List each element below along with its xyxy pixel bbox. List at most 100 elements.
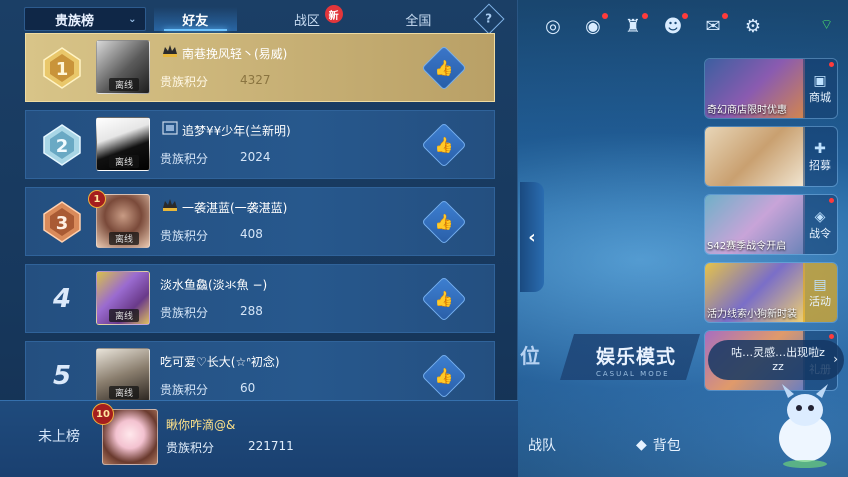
side-card-battlepass[interactable]: S42赛季战令开启 ◈ 战令 <box>704 194 838 255</box>
player-name: 淡水鱼鱻(淡氺魚 −) <box>160 278 268 292</box>
lobby-bottom-bar: 战队 ◆ 背包 <box>518 425 758 465</box>
leaderboard-row[interactable]: 4 离线 淡水鱼鱻(淡氺魚 −) 贵族积分 288 👍 <box>25 264 495 333</box>
dropdown-label: 贵族榜 <box>55 13 95 29</box>
shop-button[interactable]: ▣ 商城 <box>803 59 837 118</box>
rank-number: 5 <box>52 361 72 391</box>
like-button[interactable]: 👍 <box>421 45 467 91</box>
side-card-caption: 活力线索小狗新时装 <box>707 309 797 320</box>
avatar[interactable]: 离线 <box>96 348 150 402</box>
thumbs-up-icon: 👍 <box>434 367 454 385</box>
shop-button-label: 商城 <box>809 90 831 104</box>
leaderboard-row[interactable]: 2 离线 追梦¥¥少年(兰新明) 贵族积分 2024 👍 <box>25 110 495 179</box>
collapse-panel-button[interactable]: ‹ <box>520 182 544 292</box>
avatar[interactable]: 离线 <box>96 117 150 171</box>
rank-number: 3 <box>56 213 69 234</box>
friends-icon[interactable]: ☻ <box>660 13 688 39</box>
tab-zone[interactable]: 战区 新 <box>265 5 349 31</box>
mascot-pet[interactable] <box>768 380 842 470</box>
leaderboard-row[interactable]: 3 1 离线 一袭湛蓝(一袭湛蓝) 贵族积分 408 👍 <box>25 187 495 256</box>
my-level-badge: 10 <box>92 403 114 425</box>
rank-bronze-medal-icon: 3 <box>43 201 81 243</box>
crown-icon <box>163 199 177 211</box>
like-button[interactable]: 👍 <box>421 199 467 245</box>
rank-number: 2 <box>56 136 69 157</box>
score-value: 60 <box>240 381 256 395</box>
side-card-shop[interactable]: 奇幻商店限时优惠 ▣ 商城 <box>704 58 838 119</box>
chevron-left-icon: ‹ <box>528 226 536 248</box>
rank-silver-medal-icon: 2 <box>43 124 81 166</box>
side-card-event[interactable]: 活力线索小狗新时装 ▤ 活动 <box>704 262 838 323</box>
thumbs-up-icon: 👍 <box>434 59 454 77</box>
previous-mode-label: 位 <box>520 344 540 368</box>
score-label: 贵族积分 <box>160 383 209 397</box>
avatar[interactable]: 离线 <box>96 40 150 94</box>
battlepass-icon: ◈ <box>814 208 826 225</box>
team-label: 战队 <box>528 438 556 454</box>
tab-friends-label: 好友 <box>182 13 209 29</box>
rank-number: 1 <box>56 59 69 80</box>
bag-label: 背包 <box>652 438 681 454</box>
recruit-card-art <box>705 127 805 186</box>
score-value: 408 <box>240 227 263 241</box>
offline-status: 离线 <box>109 155 139 168</box>
eye-icon[interactable]: ◉ <box>580 13 608 39</box>
event-icon: ▤ <box>813 276 827 293</box>
recruit-icon: ✚ <box>814 140 826 157</box>
nobility-leaderboard-panel: 贵族榜 ⌄ 好友 战区 新 全国 ? 1 离线 南巷挽风轻丶(易威) 贵族积分 … <box>0 0 518 477</box>
player-name: 一袭湛蓝(一袭湛蓝) <box>182 201 288 215</box>
event-button-label: 活动 <box>809 294 831 308</box>
score-label: 贵族积分 <box>160 152 209 166</box>
rank-number: 4 <box>52 284 72 314</box>
banner-icon <box>162 121 178 135</box>
leaderboard-tabs: 贵族榜 ⌄ 好友 战区 新 全国 ? <box>24 3 505 35</box>
team-button[interactable]: 战队 <box>528 435 556 455</box>
chevron-down-icon: ⌄ <box>128 13 137 25</box>
leaderboard-list: 1 离线 南巷挽风轻丶(易威) 贵族积分 4327 👍 2 离线 追梦¥¥少年(… <box>25 33 495 418</box>
thumbs-up-icon: 👍 <box>434 136 454 154</box>
target-icon[interactable]: ◎ <box>540 13 566 39</box>
settings-gear-icon[interactable]: ⚙ <box>740 13 766 39</box>
my-rank-row: 未上榜 10 瞅你咋滴@& 贵族积分 221711 <box>0 400 518 477</box>
rank-gold-medal-icon: 1 <box>43 47 81 89</box>
tab-national-label: 全国 <box>405 13 432 29</box>
recruit-button[interactable]: ✚ 招募 <box>803 127 837 186</box>
score-value: 2024 <box>240 150 271 164</box>
score-value: 4327 <box>240 73 271 87</box>
like-button[interactable]: 👍 <box>421 276 467 322</box>
offline-status: 离线 <box>109 232 139 245</box>
tab-national[interactable]: 全国 <box>377 7 461 31</box>
help-icon: ? <box>485 11 493 26</box>
mascot-chat-bubble[interactable]: 咕…灵感…出现啦z zz › <box>708 340 844 380</box>
avatar[interactable]: 离线 <box>96 271 150 325</box>
like-button[interactable]: 👍 <box>421 353 467 399</box>
tab-friends[interactable]: 好友 <box>153 7 238 31</box>
my-rank-text: 未上榜 <box>38 429 80 445</box>
bag-button[interactable]: ◆ 背包 <box>636 435 681 455</box>
mail-icon[interactable]: ✉ <box>700 13 728 39</box>
chevron-right-icon: › <box>833 352 838 366</box>
shop-icon: ▣ <box>813 72 827 89</box>
battlepass-button[interactable]: ◈ 战令 <box>803 195 837 254</box>
new-badge: 新 <box>324 5 343 23</box>
thumbs-up-icon: 👍 <box>434 290 454 308</box>
event-button[interactable]: ▤ 活动 <box>803 263 837 322</box>
lobby-topbar: ◎ ◉ ♜ ☻ ✉ ⚙ <box>540 10 840 42</box>
trophy-icon[interactable]: ♜ <box>620 13 648 39</box>
level-badge: 1 <box>88 190 106 208</box>
score-value: 288 <box>240 304 263 318</box>
my-player-name: 瞅你咋滴@& <box>166 418 236 432</box>
side-card-caption: S42赛季战令开启 <box>707 241 787 252</box>
like-button[interactable]: 👍 <box>421 122 467 168</box>
help-button[interactable]: ? <box>473 3 505 35</box>
player-name: 追梦¥¥少年(兰新明) <box>182 124 291 138</box>
leaderboard-row[interactable]: 1 离线 南巷挽风轻丶(易威) 贵族积分 4327 👍 <box>25 33 495 102</box>
side-card-recruit[interactable]: ✚ 招募 <box>704 126 838 187</box>
score-label: 贵族积分 <box>160 75 209 89</box>
tab-zone-label: 战区 <box>293 13 320 29</box>
score-label: 贵族积分 <box>160 229 209 243</box>
leaderboard-type-dropdown[interactable]: 贵族榜 ⌄ <box>24 7 146 31</box>
wifi-icon: ⌔ <box>820 17 834 33</box>
my-score-value: 221711 <box>248 439 294 453</box>
casual-mode-button[interactable]: 娱乐模式 CASUAL MODE <box>560 334 700 380</box>
my-score-label: 贵族积分 <box>166 441 215 455</box>
